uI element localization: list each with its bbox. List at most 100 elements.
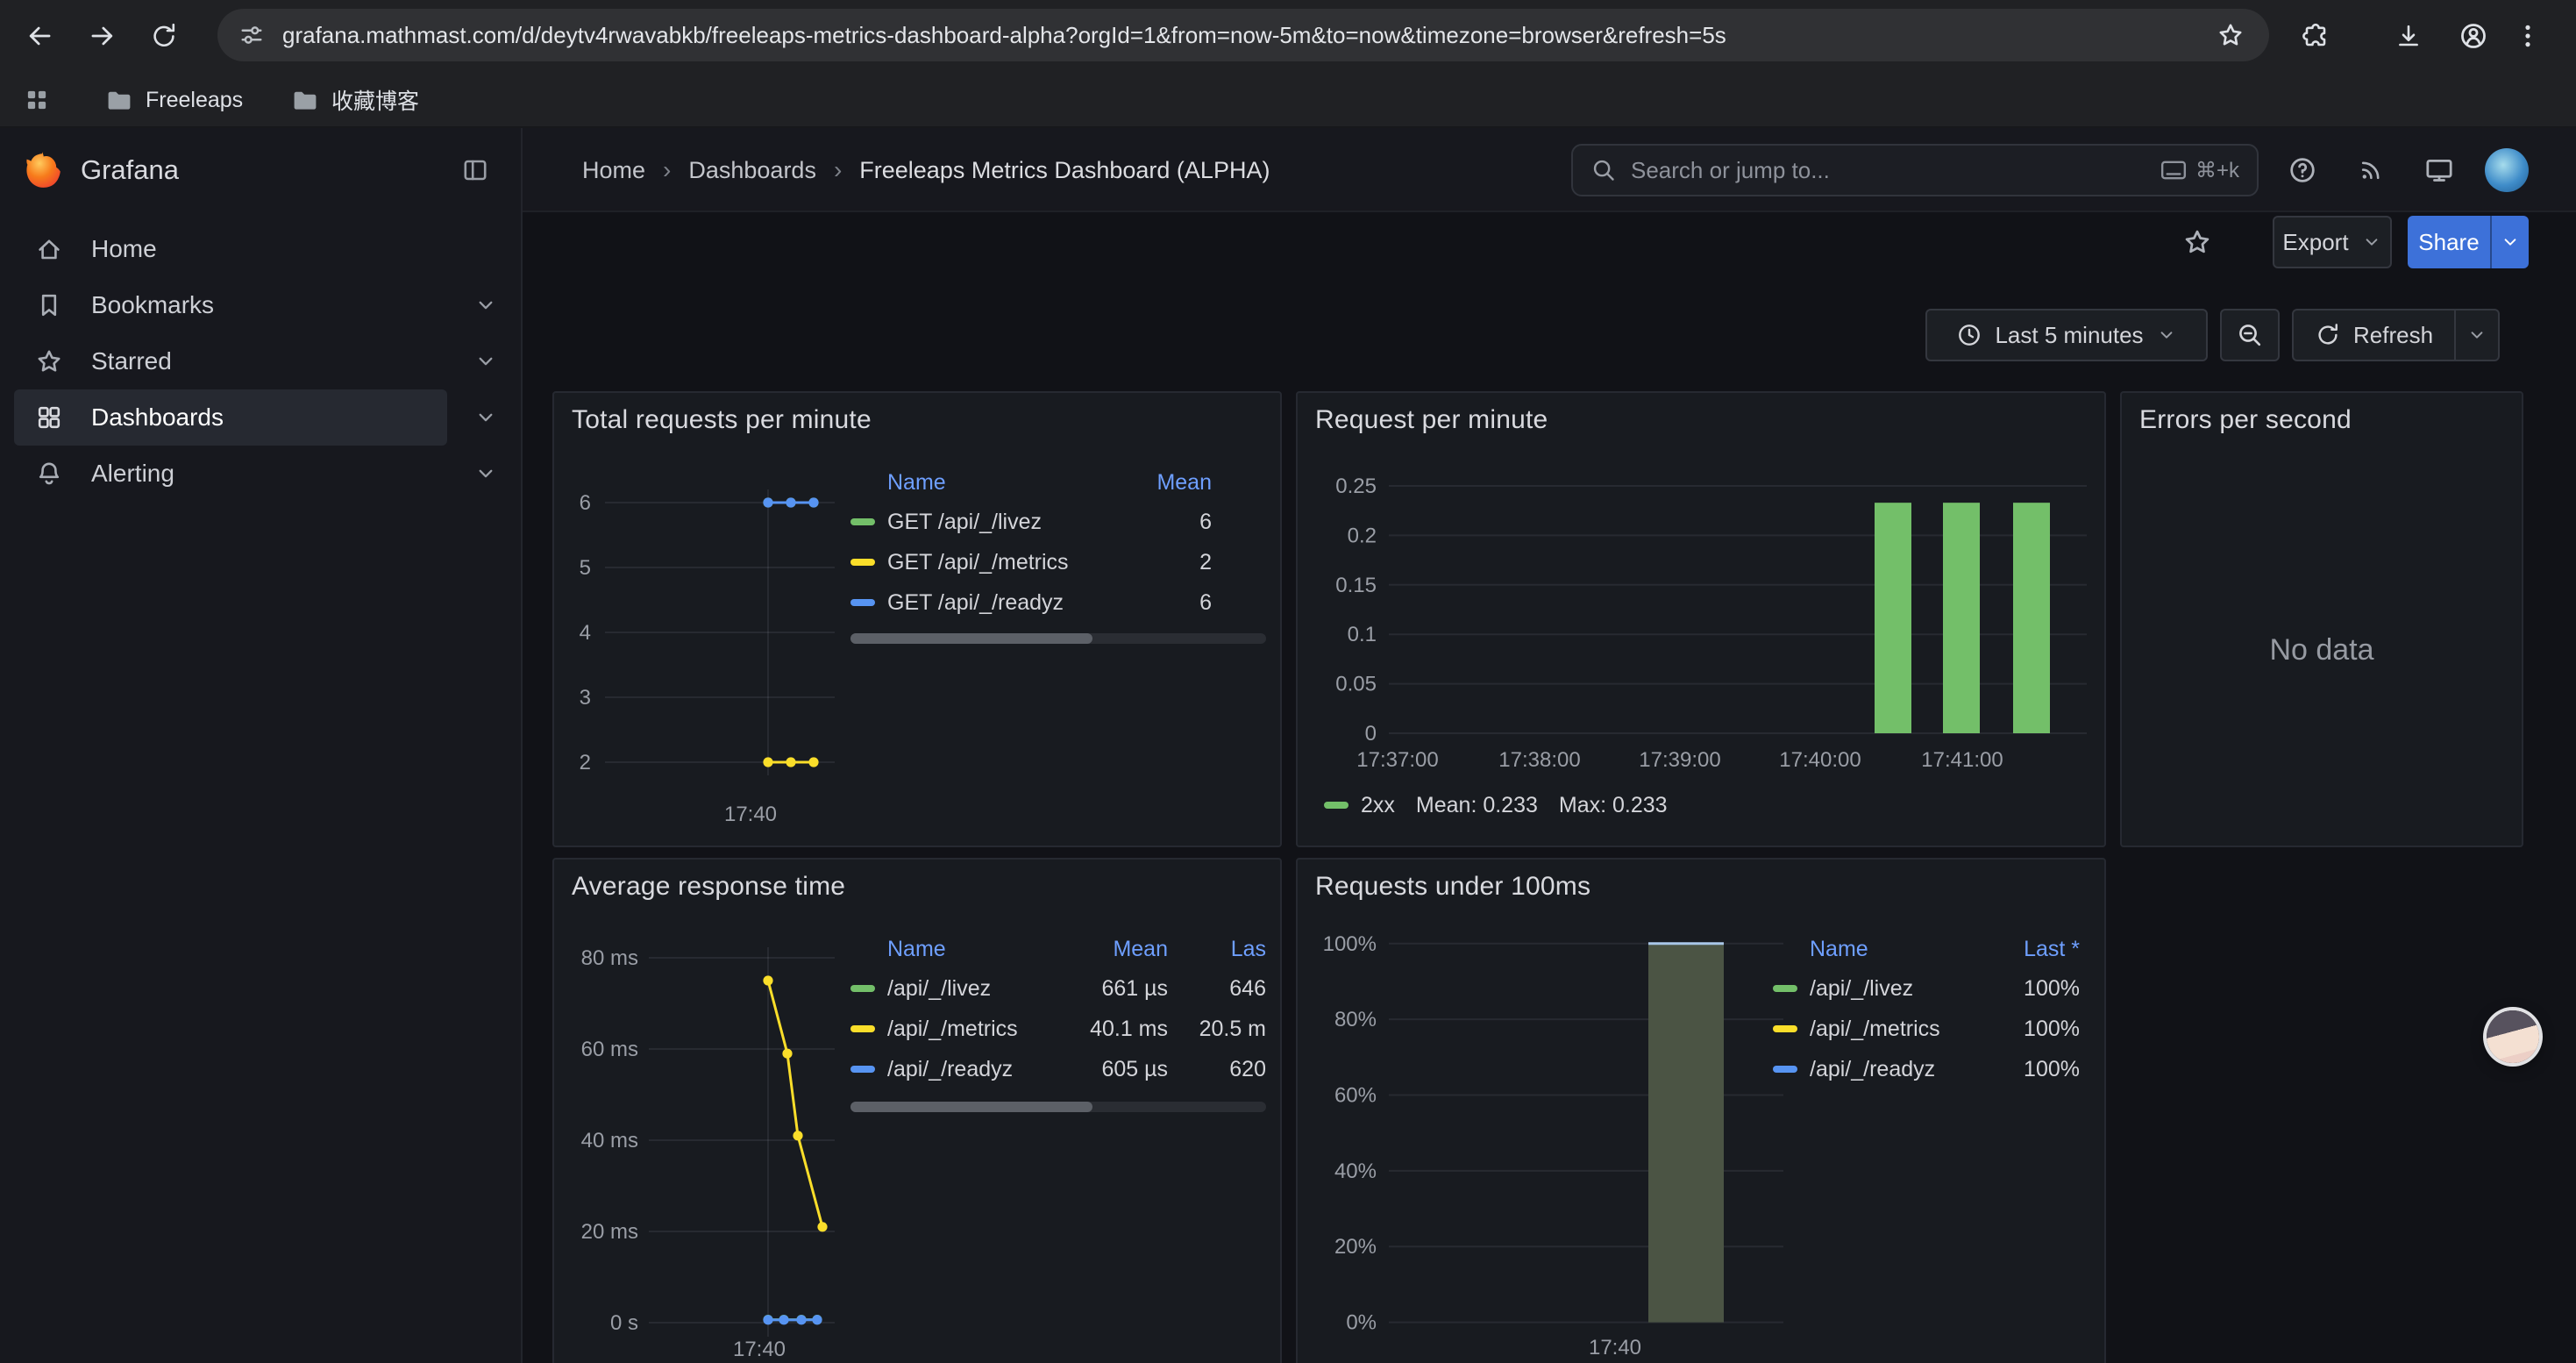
downloads-button[interactable] <box>2383 11 2434 61</box>
legend-col-last[interactable]: Last * <box>1978 937 2080 962</box>
user-avatar[interactable] <box>2485 148 2529 192</box>
site-settings-icon[interactable] <box>238 22 265 48</box>
expand-alerting-button[interactable] <box>468 456 503 491</box>
breadcrumb-home[interactable]: Home <box>582 157 645 184</box>
series-last: 620 <box>1168 1057 1266 1082</box>
star-icon <box>2217 21 2245 49</box>
legend-col-last[interactable]: Las <box>1168 937 1266 962</box>
share-button[interactable]: Share <box>2408 216 2490 268</box>
series-last: 100% <box>1978 976 2080 1002</box>
browser-menu-button[interactable] <box>2502 11 2553 61</box>
chevron-down-icon <box>2156 325 2177 346</box>
series-mean: 6 <box>1089 510 1212 535</box>
legend-col-mean[interactable]: Mean <box>1056 937 1168 962</box>
panel-title[interactable]: Total requests per minute <box>572 405 872 435</box>
apps-shortcut-button[interactable] <box>14 77 60 123</box>
legend-row[interactable]: /api/_/readyz605 µs620 <box>850 1049 1266 1089</box>
sidebar-item-label: Bookmarks <box>91 291 214 319</box>
legend-row[interactable]: /api/_/readyz100% <box>1773 1049 2080 1089</box>
bookmark-star-button[interactable] <box>2210 14 2252 56</box>
legend-col-name[interactable]: Name <box>850 937 1056 962</box>
browser-toolbar: grafana.mathmast.com/d/deytv4rwavabkb/fr… <box>0 0 2576 72</box>
legend-header: NameLast * <box>1773 930 2080 968</box>
time-range-picker[interactable]: Last 5 minutes <box>1925 309 2208 361</box>
legend[interactable]: 2xx Mean: 0.233 Max: 0.233 <box>1324 791 1668 819</box>
back-button[interactable] <box>14 11 65 61</box>
legend-col-name[interactable]: Name <box>850 470 1089 496</box>
reload-button[interactable] <box>139 11 189 61</box>
svg-text:17:39:00: 17:39:00 <box>1639 748 1720 772</box>
scrollbar-thumb[interactable] <box>850 633 1092 644</box>
svg-text:17:40: 17:40 <box>724 803 777 826</box>
bookmark-folder-blogs[interactable]: 收藏博客 <box>277 77 433 123</box>
legend-row[interactable]: /api/_/metrics40.1 ms20.5 m <box>850 1009 1266 1049</box>
sidebar-item-home[interactable]: Home <box>14 221 447 277</box>
legend-scrollbar[interactable] <box>850 1102 1266 1112</box>
series-mean: Mean: 0.233 <box>1416 793 1538 818</box>
export-button[interactable]: Export <box>2273 216 2392 268</box>
series-name: GET /api/_/livez <box>887 510 1042 535</box>
reload-icon <box>150 22 178 50</box>
series-mean: 6 <box>1089 590 1212 616</box>
svg-text:0.2: 0.2 <box>1348 524 1377 547</box>
series-name: /api/_/livez <box>1810 976 1913 1002</box>
search-box[interactable]: ⌘+k <box>1571 144 2259 196</box>
legend-row[interactable]: /api/_/livez 100% <box>1773 968 2080 1009</box>
floating-avatar[interactable] <box>2487 1010 2539 1063</box>
panel-title[interactable]: Requests under 100ms <box>1315 872 1590 902</box>
panel-request-per-minute: Request per minute 0.250.20.150.10.05017… <box>1296 391 2106 847</box>
zoom-out-button[interactable] <box>2220 309 2280 361</box>
bookmark-folder-freeleaps[interactable]: Freeleaps <box>91 77 257 123</box>
brand-name: Grafana <box>81 154 179 186</box>
sidebar-item-starred[interactable]: Starred <box>14 333 447 389</box>
expand-dashboards-button[interactable] <box>468 400 503 435</box>
series-color-dash <box>1773 985 1797 992</box>
legend-row[interactable]: GET /api/_/readyz6 <box>850 582 1212 623</box>
refresh-split-button: Refresh <box>2292 309 2500 361</box>
favorite-dashboard-button[interactable] <box>2171 218 2224 267</box>
breadcrumb-dashboards[interactable]: Dashboards <box>688 157 816 184</box>
browser-profile-button[interactable] <box>2448 11 2499 61</box>
forward-button[interactable] <box>77 11 128 61</box>
breadcrumb-separator: › <box>834 156 842 184</box>
scrollbar-thumb[interactable] <box>850 1102 1092 1112</box>
grafana-logo[interactable] <box>21 149 63 191</box>
dock-menu-button[interactable] <box>451 146 500 195</box>
share-menu-button[interactable] <box>2490 216 2529 268</box>
sidebar-item-bookmarks[interactable]: Bookmarks <box>14 277 447 333</box>
puzzle-icon <box>2302 22 2330 50</box>
address-bar[interactable]: grafana.mathmast.com/d/deytv4rwavabkb/fr… <box>217 9 2269 61</box>
search-input[interactable] <box>1631 157 2146 184</box>
refresh-interval-button[interactable] <box>2454 310 2498 360</box>
legend-col-name[interactable]: Name <box>1773 937 1978 962</box>
series-color-dash <box>850 1066 875 1073</box>
refresh-button[interactable]: Refresh <box>2294 310 2454 360</box>
expand-starred-button[interactable] <box>468 344 503 379</box>
legend-row[interactable]: GET /api/_/livez 6 <box>850 502 1212 542</box>
legend-row[interactable]: /api/_/metrics100% <box>1773 1009 2080 1049</box>
svg-text:5: 5 <box>580 556 591 580</box>
legend-series[interactable]: 2xx <box>1324 793 1395 818</box>
panel-title[interactable]: Errors per second <box>2139 405 2352 435</box>
apps-icon <box>35 403 63 432</box>
legend-col-mean[interactable]: Mean <box>1089 470 1212 496</box>
url-text[interactable]: grafana.mathmast.com/d/deytv4rwavabkb/fr… <box>282 22 2192 49</box>
tv-mode-button[interactable] <box>2416 147 2462 193</box>
expand-bookmarks-button[interactable] <box>468 288 503 323</box>
panel-title[interactable]: Average response time <box>572 872 845 902</box>
svg-text:2: 2 <box>580 751 591 774</box>
legend-row[interactable]: GET /api/_/metrics2 <box>850 542 1212 582</box>
panel-title[interactable]: Request per minute <box>1315 405 1548 435</box>
help-button[interactable] <box>2280 147 2325 193</box>
svg-text:0.1: 0.1 <box>1348 623 1377 646</box>
bookmark-label: 收藏博客 <box>331 84 419 116</box>
bar-chart[interactable]: 0.250.20.150.10.05017:37:0017:38:0017:39… <box>1298 393 2108 849</box>
legend-row[interactable]: /api/_/livez661 µs646 <box>850 968 1266 1009</box>
series-color-dash <box>1773 1025 1797 1032</box>
legend-scrollbar[interactable] <box>850 633 1266 644</box>
news-button[interactable] <box>2348 147 2394 193</box>
extensions-button[interactable] <box>2290 11 2341 61</box>
sidebar-item-dashboards[interactable]: Dashboards <box>14 389 447 446</box>
sidebar-item-alerting[interactable]: Alerting <box>14 446 447 502</box>
legend-header: NameMean <box>850 463 1212 502</box>
